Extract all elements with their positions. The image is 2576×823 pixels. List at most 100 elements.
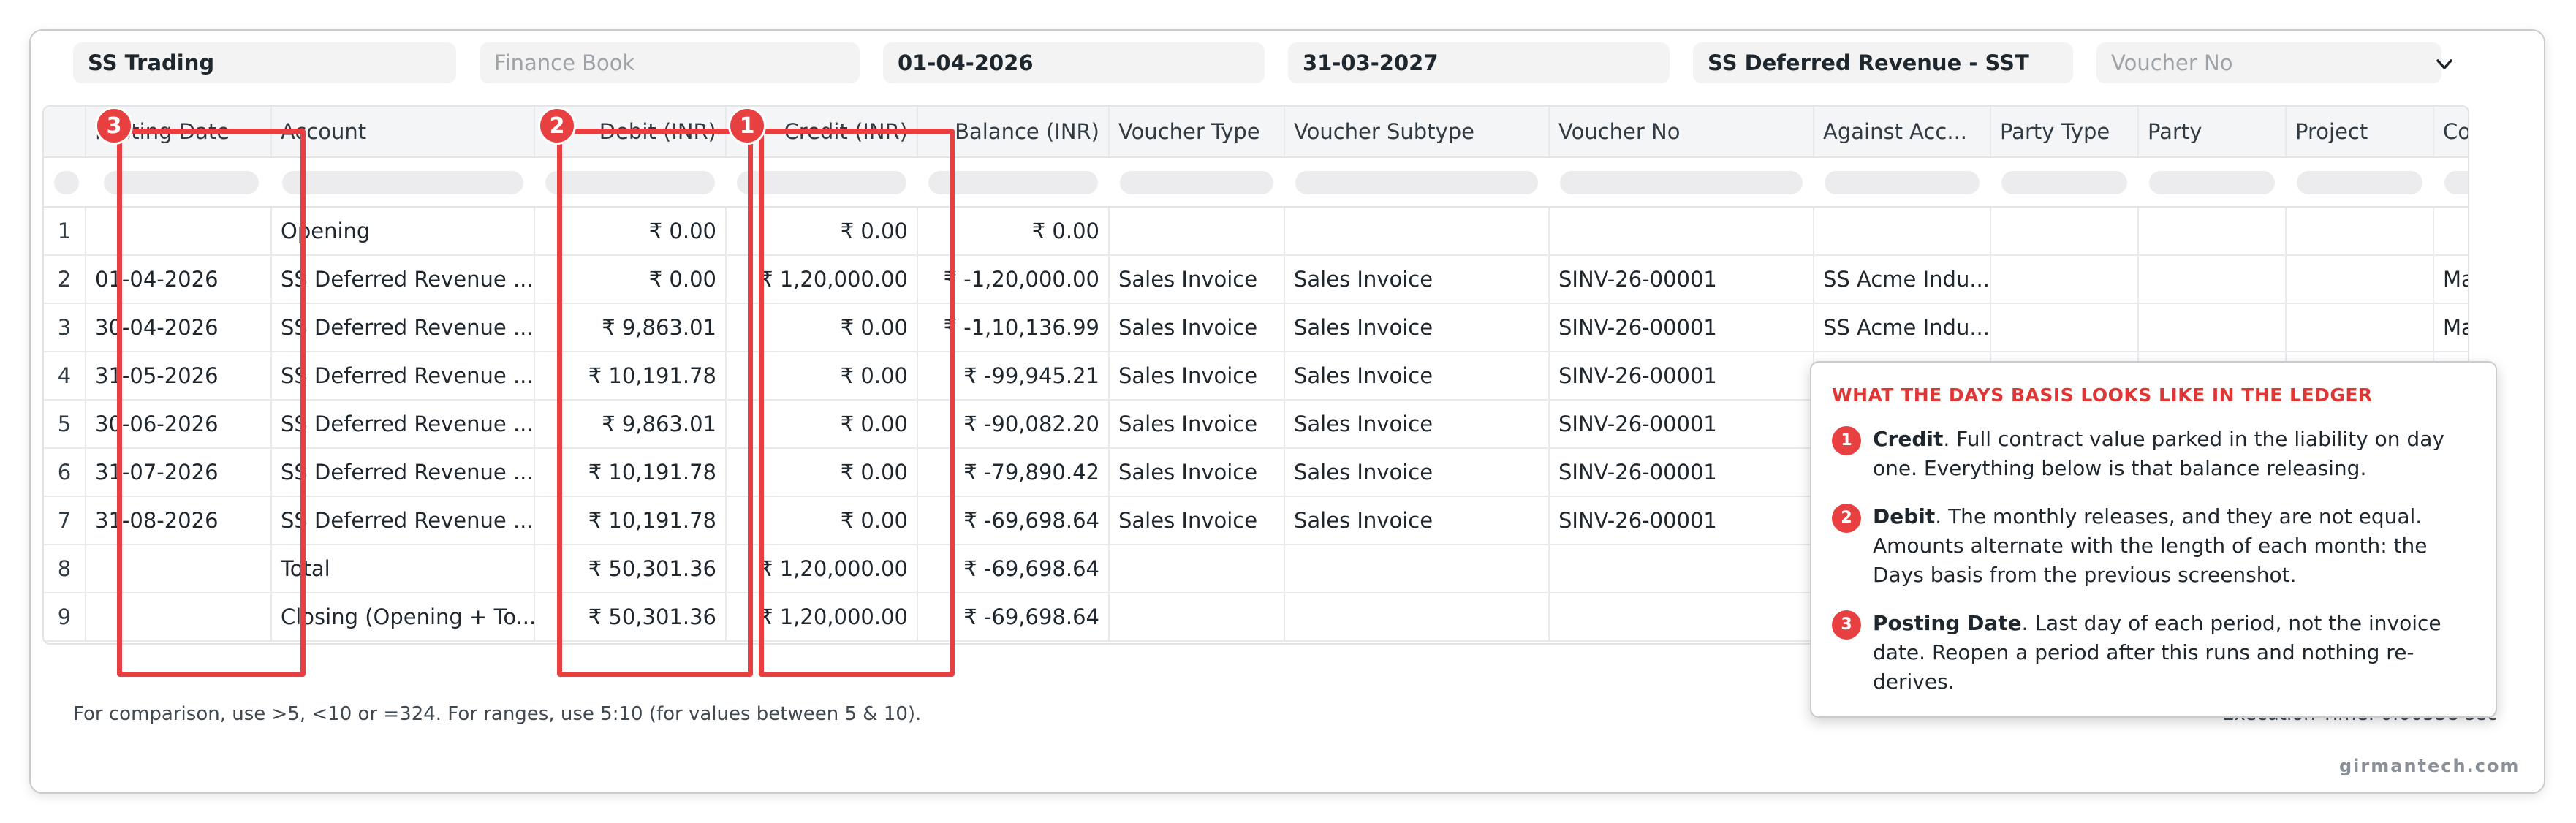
- cell-row-number[interactable]: 2: [44, 256, 86, 303]
- cell-account[interactable]: SS Deferred Revenue ...: [272, 401, 535, 447]
- cell-account[interactable]: SS Deferred Revenue ...: [272, 449, 535, 496]
- filter-input-voucher-type[interactable]: [1120, 171, 1273, 194]
- from-date-filter[interactable]: 01-04-2026: [883, 42, 1265, 83]
- cell-voucher-subtype[interactable]: [1285, 545, 1550, 592]
- cell-account[interactable]: Opening: [272, 208, 535, 254]
- cell-voucher-type[interactable]: Sales Invoice: [1110, 304, 1285, 351]
- cell-voucher-no[interactable]: [1550, 208, 1814, 254]
- cell-against-account[interactable]: [1814, 208, 1991, 254]
- cell-voucher-type[interactable]: Sales Invoice: [1110, 497, 1285, 544]
- filter-input-against-account[interactable]: [1825, 171, 1980, 194]
- cell-voucher-no[interactable]: SINV-26-00001: [1550, 401, 1814, 447]
- cell-row-number[interactable]: 7: [44, 497, 86, 544]
- cell-row-number[interactable]: 6: [44, 449, 86, 496]
- cell-party[interactable]: [2139, 256, 2287, 303]
- filter-input-voucher-subtype[interactable]: [1295, 171, 1538, 194]
- company-filter[interactable]: SS Trading: [73, 42, 456, 83]
- cell-voucher-type[interactable]: Sales Invoice: [1110, 352, 1285, 399]
- table-row[interactable]: 3 30-04-2026 SS Deferred Revenue ... ₹ 9,86…: [44, 304, 2468, 352]
- cell-account[interactable]: SS Deferred Revenue ...: [272, 256, 535, 303]
- table-row[interactable]: 1 Opening ₹ 0.00 ₹ 0.00 ₹ 0.00: [44, 208, 2468, 256]
- filter-input-voucher-no[interactable]: [1560, 171, 1803, 194]
- cell-voucher-type[interactable]: Sales Invoice: [1110, 256, 1285, 303]
- filter-input-party[interactable]: [2149, 171, 2275, 194]
- column-header-voucher-type[interactable]: Voucher Type: [1110, 107, 1285, 156]
- cell-party-type[interactable]: [1991, 304, 2139, 351]
- cell-voucher-subtype[interactable]: [1285, 208, 1550, 254]
- cell-voucher-type[interactable]: Sales Invoice: [1110, 401, 1285, 447]
- cell-party-type[interactable]: [1991, 256, 2139, 303]
- column-header-cost-center[interactable]: Co: [2434, 107, 2468, 156]
- filter-input-party-type[interactable]: [2001, 171, 2127, 194]
- filter-input-account[interactable]: [282, 171, 523, 194]
- cell-voucher-no[interactable]: [1550, 545, 1814, 592]
- cell-voucher-subtype[interactable]: Sales Invoice: [1285, 352, 1550, 399]
- to-date-filter[interactable]: 31-03-2027: [1288, 42, 1670, 83]
- cell-account[interactable]: SS Deferred Revenue ...: [272, 352, 535, 399]
- cell-against-account[interactable]: SS Acme Indu...: [1814, 304, 1991, 351]
- column-header-voucher-subtype[interactable]: Voucher Subtype: [1285, 107, 1550, 156]
- cell-row-number[interactable]: 5: [44, 401, 86, 447]
- cell-account[interactable]: Closing (Opening + To...: [272, 593, 535, 640]
- cell-row-number[interactable]: 8: [44, 545, 86, 592]
- column-header-party[interactable]: Party: [2139, 107, 2287, 156]
- cell-voucher-subtype[interactable]: Sales Invoice: [1285, 497, 1550, 544]
- finance-book-filter[interactable]: Finance Book: [480, 42, 860, 83]
- cell-account[interactable]: SS Deferred Revenue ...: [272, 497, 535, 544]
- cell-account[interactable]: Total: [272, 545, 535, 592]
- cell-row-number[interactable]: 4: [44, 352, 86, 399]
- cell-against-account[interactable]: SS Acme Indu...: [1814, 256, 1991, 303]
- column-header-label: Against Acc...: [1823, 119, 1968, 144]
- cell-row-number-text: 6: [57, 460, 72, 485]
- cell-project[interactable]: [2287, 304, 2434, 351]
- cell-party[interactable]: [2139, 304, 2287, 351]
- callout-title: WHAT THE DAYS BASIS LOOKS LIKE IN THE LE…: [1832, 384, 2373, 406]
- cell-voucher-no[interactable]: SINV-26-00001: [1550, 256, 1814, 303]
- cell-cost-center-text: Ma: [2443, 267, 2468, 292]
- column-header-account[interactable]: Account: [272, 107, 535, 156]
- filter-input-cost-center[interactable]: [2444, 171, 2468, 194]
- cell-voucher-type[interactable]: [1110, 545, 1285, 592]
- chevron-down-icon[interactable]: [2430, 50, 2459, 79]
- cell-project[interactable]: [2287, 256, 2434, 303]
- cell-voucher-type[interactable]: [1110, 208, 1285, 254]
- cell-balance-text: ₹ -69,698.64: [963, 508, 1099, 533]
- column-header-party-type[interactable]: Party Type: [1991, 107, 2139, 156]
- column-header-project[interactable]: Project: [2287, 107, 2434, 156]
- cell-voucher-no[interactable]: [1550, 593, 1814, 640]
- column-header-voucher-no[interactable]: Voucher No: [1550, 107, 1814, 156]
- cell-voucher-no[interactable]: SINV-26-00001: [1550, 449, 1814, 496]
- cell-voucher-type[interactable]: Sales Invoice: [1110, 449, 1285, 496]
- cell-account[interactable]: SS Deferred Revenue ...: [272, 304, 535, 351]
- account-filter[interactable]: SS Deferred Revenue - SST: [1693, 42, 2073, 83]
- column-header-label: Party: [2148, 119, 2202, 144]
- cell-voucher-type-text: Sales Invoice: [1118, 508, 1258, 533]
- cell-party-type[interactable]: [1991, 208, 2139, 254]
- column-header-label: Party Type: [2000, 119, 2110, 144]
- cell-voucher-no[interactable]: SINV-26-00001: [1550, 352, 1814, 399]
- cell-account-text: SS Deferred Revenue ...: [281, 267, 534, 292]
- cell-row-number[interactable]: 1: [44, 208, 86, 254]
- cell-voucher-subtype[interactable]: Sales Invoice: [1285, 449, 1550, 496]
- cell-cost-center[interactable]: Ma: [2434, 256, 2468, 303]
- cell-voucher-subtype[interactable]: Sales Invoice: [1285, 304, 1550, 351]
- to-date-value: 31-03-2027: [1303, 50, 1439, 75]
- voucher-no-filter[interactable]: Voucher No: [2096, 42, 2441, 83]
- cell-row-number[interactable]: 3: [44, 304, 86, 351]
- cell-voucher-subtype[interactable]: [1285, 593, 1550, 640]
- cell-cost-center[interactable]: Ma: [2434, 304, 2468, 351]
- cell-cost-center[interactable]: [2434, 208, 2468, 254]
- voucher-no-placeholder: Voucher No: [2111, 50, 2233, 75]
- cell-project[interactable]: [2287, 208, 2434, 254]
- table-row[interactable]: 2 01-04-2026 SS Deferred Revenue ... ₹ 0.00…: [44, 256, 2468, 304]
- cell-voucher-no[interactable]: SINV-26-00001: [1550, 497, 1814, 544]
- cell-voucher-subtype[interactable]: Sales Invoice: [1285, 401, 1550, 447]
- filter-input-project[interactable]: [2297, 171, 2422, 194]
- cell-voucher-no[interactable]: SINV-26-00001: [1550, 304, 1814, 351]
- cell-party[interactable]: [2139, 208, 2287, 254]
- column-header-against-account[interactable]: Against Acc...: [1814, 107, 1991, 156]
- cell-cost-center-text: Ma: [2443, 315, 2468, 340]
- cell-voucher-subtype[interactable]: Sales Invoice: [1285, 256, 1550, 303]
- cell-voucher-type[interactable]: [1110, 593, 1285, 640]
- cell-row-number[interactable]: 9: [44, 593, 86, 640]
